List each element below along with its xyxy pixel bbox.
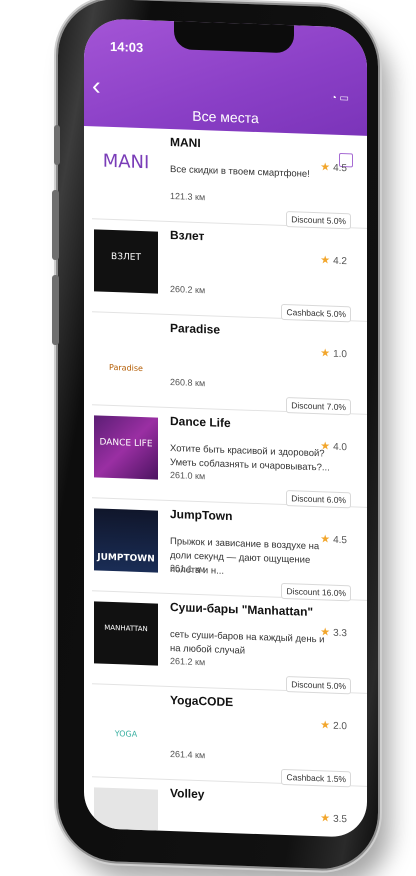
list-item[interactable]: MANHATTAN Суши-бары "Manhattan" сеть суш… [92, 591, 367, 695]
place-name: MANI [170, 135, 201, 151]
screen: 14:03 ◔ ▭ ‹ Все места MANI MANI Все скид… [84, 18, 367, 838]
place-distance: 261.2 км [170, 656, 206, 668]
place-description: Прыжок и зависание в воздухе на доли сек… [170, 536, 320, 577]
wifi-battery-icon: ◔ ▭ [330, 92, 349, 105]
place-name: Dance Life [170, 414, 231, 431]
place-distance: 260.2 км [170, 284, 206, 296]
list-item[interactable]: MANI MANI Все скидки в твоем смартфоне! … [92, 126, 367, 230]
star-icon: ★ [320, 440, 331, 453]
volume-down-button [52, 275, 59, 345]
place-rating: ★ 4.5 [320, 161, 347, 175]
notch [174, 19, 294, 54]
page-title: Все места [192, 107, 259, 127]
place-name: Paradise [170, 321, 221, 337]
place-name: Volley [170, 786, 205, 802]
list-item[interactable]: JUMPTOWN JumpTown Прыжок и зависание в в… [92, 498, 367, 602]
place-rating: ★ 3.3 [320, 626, 347, 640]
place-name: YogaCODE [170, 693, 234, 710]
place-distance: 121.3 км [170, 191, 206, 203]
place-rating: ★ 2.0 [320, 719, 347, 733]
star-icon: ★ [320, 719, 331, 732]
star-icon: ★ [320, 161, 331, 174]
list-item[interactable]: DANCE LIFE Dance Life Хотите быть красив… [92, 405, 367, 509]
list-item[interactable]: Paradise Paradise 260.8 км ★ 1.0 Discount… [92, 312, 367, 416]
place-logo: YOGA [94, 694, 158, 759]
list-item[interactable]: Volley ★ 3.5 [92, 777, 367, 838]
star-icon: ★ [320, 533, 331, 546]
volume-up-button [52, 190, 59, 260]
place-rating: ★ 4.0 [320, 440, 347, 454]
place-rating: ★ 4.5 [320, 533, 347, 547]
star-icon: ★ [320, 347, 331, 360]
place-name: Суши-бары "Manhattan" [170, 600, 314, 620]
places-list: MANI MANI Все скидки в твоем смартфоне! … [84, 126, 367, 838]
star-icon: ★ [320, 254, 331, 267]
app-header: 14:03 ◔ ▭ ‹ Все места [84, 18, 367, 136]
status-time: 14:03 [110, 38, 144, 56]
place-logo: ВЗЛЕТ [94, 229, 158, 294]
list-item[interactable]: YOGA YogaCODE 261.4 км ★ 2.0 Cashback 1.5… [92, 684, 367, 788]
place-name: JumpTown [170, 507, 233, 524]
place-logo: MANHATTAN [94, 601, 158, 666]
place-logo: JUMPTOWN [94, 508, 158, 573]
place-logo: DANCE LIFE [94, 415, 158, 480]
list-item[interactable]: ВЗЛЕТ Взлет 260.2 км ★ 4.2 Cashback 5.0% [92, 219, 367, 323]
place-rating: ★ 1.0 [320, 347, 347, 361]
place-rating: ★ 4.2 [320, 254, 347, 268]
place-distance: 260.8 км [170, 377, 206, 389]
mute-switch [54, 125, 60, 165]
place-rating: ★ 3.5 [320, 812, 347, 826]
place-name: Взлет [170, 228, 205, 244]
star-icon: ★ [320, 812, 331, 825]
place-distance: 261.4 км [170, 749, 206, 761]
back-chevron-icon[interactable]: ‹ [92, 70, 101, 101]
place-logo: MANI [94, 136, 158, 201]
place-description: Все скидки в твоем смартфоне! [170, 164, 310, 180]
place-logo: Paradise [94, 322, 158, 387]
place-distance: 261.1 км [170, 563, 206, 575]
star-icon: ★ [320, 626, 331, 639]
place-distance: 261.0 км [170, 470, 206, 482]
